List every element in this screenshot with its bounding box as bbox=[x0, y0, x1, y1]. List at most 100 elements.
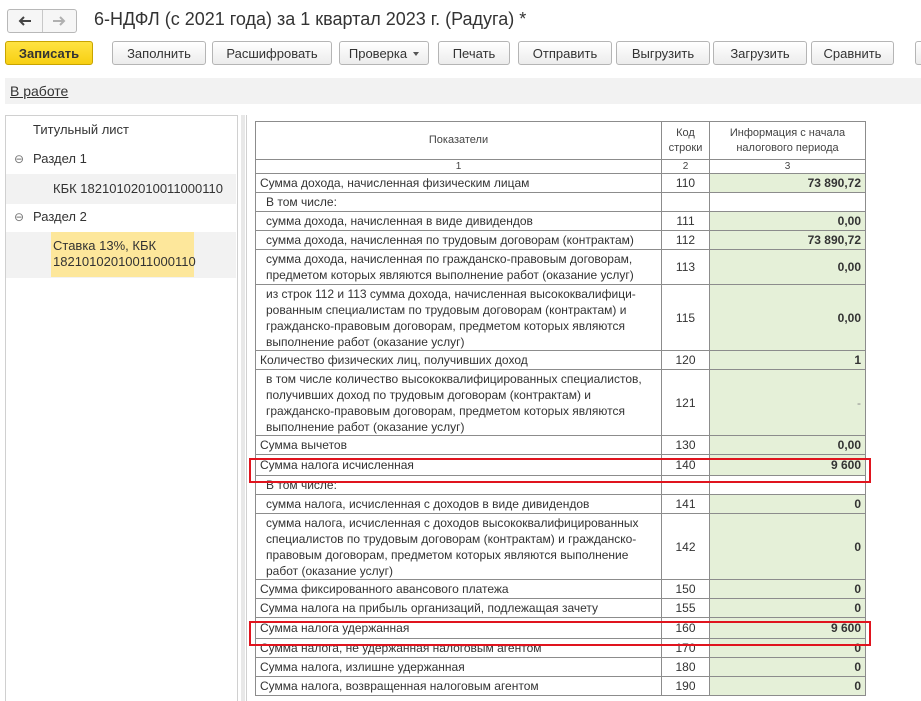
row-value[interactable]: 0 bbox=[709, 657, 866, 677]
table-row: Сумма фиксированного авансового платежа … bbox=[255, 579, 866, 599]
column-number-row: 1 2 3 bbox=[255, 159, 866, 174]
colnum-2: 2 bbox=[661, 159, 710, 174]
tree-item-kbk[interactable]: КБК 18210102010011000110 bbox=[53, 181, 223, 196]
row-code: 155 bbox=[661, 598, 710, 618]
row-code: 190 bbox=[661, 676, 710, 696]
row-value[interactable]: 0,00 bbox=[709, 249, 866, 285]
table-row: сумма налога, исчисленная с доходов высо… bbox=[255, 513, 866, 580]
header-indicators: Показатели bbox=[255, 121, 662, 160]
row-label: сумма налога, исчисленная с доходов высо… bbox=[255, 513, 662, 580]
collapse-icon[interactable]: ⊖ bbox=[14, 210, 24, 224]
print-button[interactable]: Печать bbox=[438, 41, 510, 65]
window-title: 6-НДФЛ (с 2021 года) за 1 квартал 2023 г… bbox=[94, 9, 527, 29]
send-button[interactable]: Отправить bbox=[518, 41, 612, 65]
forward-button[interactable] bbox=[41, 10, 77, 32]
row-code: 170 bbox=[661, 638, 710, 658]
header-info-l2: налогового периода bbox=[736, 141, 839, 154]
row-label: Сумма налога, не удержанная налоговым аг… bbox=[255, 638, 662, 658]
row-value[interactable]: 9 600 bbox=[709, 617, 866, 639]
tree-item-rate-line1: Ставка 13%, КБК bbox=[53, 238, 157, 253]
export-button[interactable]: Выгрузить bbox=[616, 41, 710, 65]
arrow-right-icon bbox=[53, 16, 66, 26]
header-info-l1: Информация с начала bbox=[729, 126, 846, 139]
header-code-l1: Код bbox=[676, 126, 695, 139]
row-code: 150 bbox=[661, 579, 710, 599]
tree-item-section1[interactable]: Раздел 1 bbox=[33, 151, 87, 166]
row-code: 113 bbox=[661, 249, 710, 285]
table-row: В том числе: bbox=[255, 475, 866, 495]
row-code: 110 bbox=[661, 173, 710, 193]
table-row: из строк 112 и 113 сумма дохода, начисле… bbox=[255, 284, 866, 351]
chevron-down-icon bbox=[413, 52, 420, 56]
check-button[interactable]: Проверка bbox=[339, 41, 429, 65]
table-row: Сумма налога, не удержанная налоговым аг… bbox=[255, 638, 866, 658]
table-row: Сумма налога удержанная 160 9 600 bbox=[255, 617, 866, 639]
row-label: Сумма налога на прибыль организаций, под… bbox=[255, 598, 662, 618]
row-value[interactable]: 9 600 bbox=[709, 454, 866, 476]
save-button[interactable]: Записать bbox=[5, 41, 93, 65]
table-row: Сумма вычетов 130 0,00 bbox=[255, 435, 866, 455]
row-value[interactable]: 0 bbox=[709, 494, 866, 514]
history-nav bbox=[7, 9, 77, 33]
more-button[interactable] bbox=[915, 41, 921, 65]
row-code: 180 bbox=[661, 657, 710, 677]
header-code-l2: строки bbox=[668, 141, 703, 154]
table-row: сумма дохода, начисленная в виде дивиден… bbox=[255, 211, 866, 231]
splitter[interactable] bbox=[241, 115, 245, 701]
row-value[interactable]: 0 bbox=[709, 579, 866, 599]
compare-button[interactable]: Сравнить bbox=[811, 41, 894, 65]
fill-button[interactable]: Заполнить bbox=[112, 41, 206, 65]
collapse-icon[interactable]: ⊖ bbox=[14, 152, 24, 166]
table-row: сумма налога, исчисленная с доходов в ви… bbox=[255, 494, 866, 514]
row-value[interactable]: 0 bbox=[709, 676, 866, 696]
row-label: Сумма налога исчисленная bbox=[255, 454, 662, 476]
row-label: Сумма налога, возвращенная налоговым аге… bbox=[255, 676, 662, 696]
row-label: Сумма фиксированного авансового платежа bbox=[255, 579, 662, 599]
row-value[interactable]: 0,00 bbox=[709, 435, 866, 455]
import-button[interactable]: Загрузить bbox=[713, 41, 807, 65]
table-row: Сумма налога, излишне удержанная 180 0 bbox=[255, 657, 866, 677]
table-row: в том числе количество высококвалифициро… bbox=[255, 369, 866, 436]
row-code: 120 bbox=[661, 350, 710, 370]
row-value[interactable]: 0,00 bbox=[709, 284, 866, 351]
row-value[interactable]: 73 890,72 bbox=[709, 230, 866, 250]
row-code: 121 bbox=[661, 369, 710, 436]
row-label: Сумма налога удержанная bbox=[255, 617, 662, 639]
row-label: Сумма дохода, начисленная физическим лиц… bbox=[255, 173, 662, 193]
table-header-row: Показатели Код строки Информация с начала… bbox=[255, 121, 866, 160]
report-table: Показатели Код строки Информация с начала… bbox=[255, 121, 866, 696]
row-label: Количество физических лиц, получивших до… bbox=[255, 350, 662, 370]
row-code bbox=[661, 192, 710, 212]
row-value[interactable]: 0 bbox=[709, 598, 866, 618]
table-row: Количество физических лиц, получивших до… bbox=[255, 350, 866, 370]
row-value[interactable]: 73 890,72 bbox=[709, 173, 866, 193]
row-label: сумма дохода, начисленная в виде дивиден… bbox=[255, 211, 662, 231]
decode-button[interactable]: Расшифровать bbox=[212, 41, 332, 65]
tree-item-title-sheet[interactable]: Титульный лист bbox=[33, 122, 129, 137]
colnum-1: 1 bbox=[255, 159, 662, 174]
row-value[interactable]: 1 bbox=[709, 350, 866, 370]
status-bar bbox=[5, 78, 921, 104]
table-row: Сумма налога, возвращенная налоговым аге… bbox=[255, 676, 866, 696]
row-code: 111 bbox=[661, 211, 710, 231]
row-value: - bbox=[709, 369, 866, 436]
tree-item-section2[interactable]: Раздел 2 bbox=[33, 209, 87, 224]
row-label: В том числе: bbox=[255, 475, 662, 495]
row-value[interactable]: 0 bbox=[709, 513, 866, 580]
row-value[interactable]: 0 bbox=[709, 638, 866, 658]
row-label: сумма налога, исчисленная с доходов в ви… bbox=[255, 494, 662, 514]
row-value[interactable]: 0,00 bbox=[709, 211, 866, 231]
row-code: 130 bbox=[661, 435, 710, 455]
report-area: Показатели Код строки Информация с начала… bbox=[246, 115, 921, 701]
row-code: 140 bbox=[661, 454, 710, 476]
row-code: 141 bbox=[661, 494, 710, 514]
table-row: Сумма дохода, начисленная физическим лиц… bbox=[255, 173, 866, 193]
row-code: 112 bbox=[661, 230, 710, 250]
table-row: Сумма налога на прибыль организаций, под… bbox=[255, 598, 866, 618]
back-button[interactable] bbox=[8, 10, 42, 32]
row-code: 160 bbox=[661, 617, 710, 639]
table-row: Сумма налога исчисленная 140 9 600 bbox=[255, 454, 866, 476]
tree-item-rate-line2: 18210102010011000110 bbox=[53, 254, 196, 269]
section-tree: Титульный лист ⊖ Раздел 1 КБК 1821010201… bbox=[5, 115, 238, 701]
status-link[interactable]: В работе bbox=[10, 83, 68, 99]
